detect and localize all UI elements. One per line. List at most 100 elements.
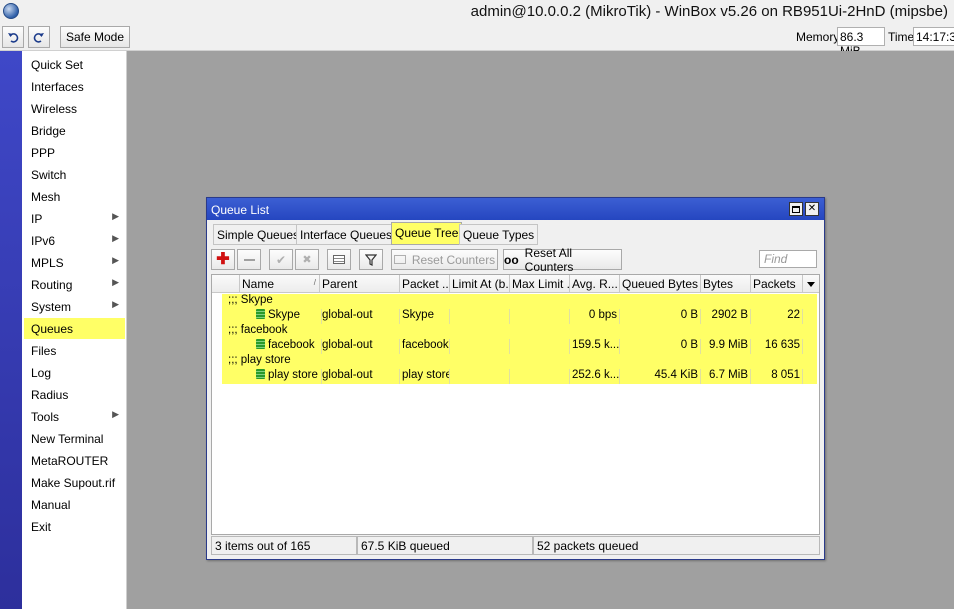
- menu-item-switch[interactable]: Switch: [24, 164, 125, 185]
- cell-max-limit: [510, 309, 570, 324]
- cell-packets: 16 635: [751, 339, 803, 354]
- menu-item-exit[interactable]: Exit: [24, 516, 125, 537]
- menu-item-label: Routing: [31, 278, 73, 292]
- brand-strip: inBox: [0, 51, 22, 609]
- cell-parent: global-out: [320, 309, 400, 324]
- header-select-column[interactable]: [212, 275, 240, 293]
- enable-button[interactable]: ✔: [269, 249, 293, 270]
- queue-window-title: Queue List: [211, 203, 270, 217]
- menu-item-metarouter[interactable]: MetaROUTER: [24, 450, 125, 471]
- plus-icon: ✚: [216, 250, 230, 268]
- menu-item-ipv6[interactable]: IPv6 ▶: [24, 230, 125, 251]
- header-limit-at[interactable]: Limit At (b...: [450, 275, 510, 293]
- menu-item-quick-set[interactable]: Quick Set: [24, 54, 125, 75]
- queue-icon: [256, 309, 265, 319]
- menu-item-routing[interactable]: Routing ▶: [24, 274, 125, 295]
- tab-queue-tree[interactable]: Queue Tree: [391, 222, 463, 245]
- queue-window-titlebar[interactable]: Queue List ✕: [207, 198, 824, 220]
- menu-item-label: System: [31, 300, 72, 314]
- menu-item-radius[interactable]: Radius: [24, 384, 125, 405]
- submenu-arrow-icon: ▶: [112, 299, 119, 309]
- filter-button[interactable]: [359, 249, 383, 270]
- safe-mode-button[interactable]: Safe Mode: [60, 26, 130, 48]
- queue-icon: [256, 369, 265, 379]
- cell-packet-marks: Skype: [400, 309, 450, 324]
- queue-tree-table: Name / Parent Packet ... Limit At (b... …: [211, 274, 820, 535]
- header-packets[interactable]: Packets: [751, 275, 803, 293]
- header-max-limit[interactable]: Max Limit ...: [510, 275, 570, 293]
- comment-button[interactable]: [327, 249, 351, 270]
- status-item-count: 3 items out of 165: [211, 536, 357, 555]
- menu-item-label: Queues: [31, 322, 74, 336]
- cell-bytes: 9.9 MiB: [701, 339, 751, 354]
- header-bytes[interactable]: Bytes: [701, 275, 751, 293]
- sort-icon: /: [313, 278, 316, 287]
- menu-item-log[interactable]: Log: [24, 362, 125, 383]
- cell-bytes: 6.7 MiB: [701, 369, 751, 384]
- table-row[interactable]: Skype global-out Skype 0 bps 0 B 2902 B …: [222, 309, 817, 324]
- menu-item-make-supout-rif[interactable]: Make Supout.rif: [24, 472, 125, 493]
- submenu-arrow-icon: ▶: [112, 277, 119, 287]
- menu-item-label: Wireless: [31, 102, 78, 116]
- menu-item-label: Switch: [31, 168, 67, 182]
- header-avg-rate[interactable]: Avg. R...: [570, 275, 620, 293]
- header-name[interactable]: Name /: [240, 275, 320, 293]
- tab-queue-types[interactable]: Queue Types: [459, 224, 539, 245]
- undo-button[interactable]: [2, 26, 24, 48]
- toolbar: Safe Mode Memory: 86.3 MiB Time: 14:17:3: [0, 24, 954, 58]
- menu-item-bridge[interactable]: Bridge: [24, 120, 125, 141]
- menu-item-label: Manual: [31, 498, 71, 512]
- cell-packet-marks: play store: [400, 369, 450, 384]
- cell-avg-rate: 159.5 k...: [570, 339, 620, 354]
- disable-button[interactable]: ✖: [295, 249, 319, 270]
- menu-item-wireless[interactable]: Wireless: [24, 98, 125, 119]
- cell-packet-marks: facebook: [400, 339, 450, 354]
- menu-item-mpls[interactable]: MPLS ▶: [24, 252, 125, 273]
- menu-item-label: Log: [31, 366, 52, 380]
- add-button[interactable]: ✚: [211, 249, 235, 270]
- memory-value: 86.3 MiB: [837, 27, 885, 58]
- cell-name: play store: [242, 369, 322, 384]
- menu-item-label: Exit: [31, 520, 52, 534]
- memory-label: Memory:: [796, 30, 843, 44]
- menu-item-tools[interactable]: Tools ▶: [24, 406, 125, 427]
- table-row[interactable]: facebook global-out facebook 159.5 k... …: [222, 339, 817, 354]
- close-button[interactable]: ✕: [805, 202, 819, 216]
- column-menu-button[interactable]: [803, 275, 819, 293]
- table-row[interactable]: play store global-out play store 252.6 k…: [222, 369, 817, 384]
- reset-counters-button[interactable]: Reset Counters: [391, 249, 498, 270]
- menu-item-system[interactable]: System ▶: [24, 296, 125, 317]
- find-input[interactable]: Find: [759, 250, 817, 268]
- undo-icon: [8, 33, 19, 43]
- tab-simple-queues[interactable]: Simple Queues: [213, 224, 304, 245]
- redo-button[interactable]: [28, 26, 50, 48]
- comment-row[interactable]: ;;; Skype: [222, 294, 817, 309]
- header-parent[interactable]: Parent: [320, 275, 400, 293]
- menu-item-ppp[interactable]: PPP: [24, 142, 125, 163]
- minus-icon: [243, 258, 255, 261]
- remove-button[interactable]: [237, 249, 261, 270]
- reset-counters-label: Reset Counters: [411, 252, 496, 267]
- menu-item-label: IP: [31, 212, 43, 226]
- header-packet-marks[interactable]: Packet ...: [400, 275, 450, 293]
- cell-limit-at: [450, 339, 510, 354]
- reset-all-counters-button[interactable]: oo Reset All Counters: [503, 246, 622, 274]
- time-value: 14:17:3: [913, 27, 954, 46]
- submenu-arrow-icon: ▶: [112, 233, 119, 243]
- menu-item-interfaces[interactable]: Interfaces: [24, 76, 125, 97]
- disable-x-icon: ✖: [302, 254, 312, 266]
- window-title: admin@10.0.0.2 (MikroTik) - WinBox v5.26…: [470, 3, 948, 20]
- queue-icon: [256, 339, 265, 349]
- comment-row[interactable]: ;;; play store: [222, 354, 817, 369]
- maximize-button[interactable]: [789, 202, 803, 216]
- menu-item-ip[interactable]: IP ▶: [24, 208, 125, 229]
- menu-item-queues[interactable]: Queues: [24, 318, 125, 339]
- menu-item-files[interactable]: Files: [24, 340, 125, 361]
- tab-interface-queues[interactable]: Interface Queues: [296, 224, 397, 245]
- header-queued-bytes[interactable]: Queued Bytes: [620, 275, 701, 293]
- comment-row[interactable]: ;;; facebook: [222, 324, 817, 339]
- menu-item-manual[interactable]: Manual: [24, 494, 125, 515]
- reset-all-counters-icon: oo: [504, 252, 519, 267]
- menu-item-new-terminal[interactable]: New Terminal: [24, 428, 125, 449]
- menu-item-mesh[interactable]: Mesh: [24, 186, 125, 207]
